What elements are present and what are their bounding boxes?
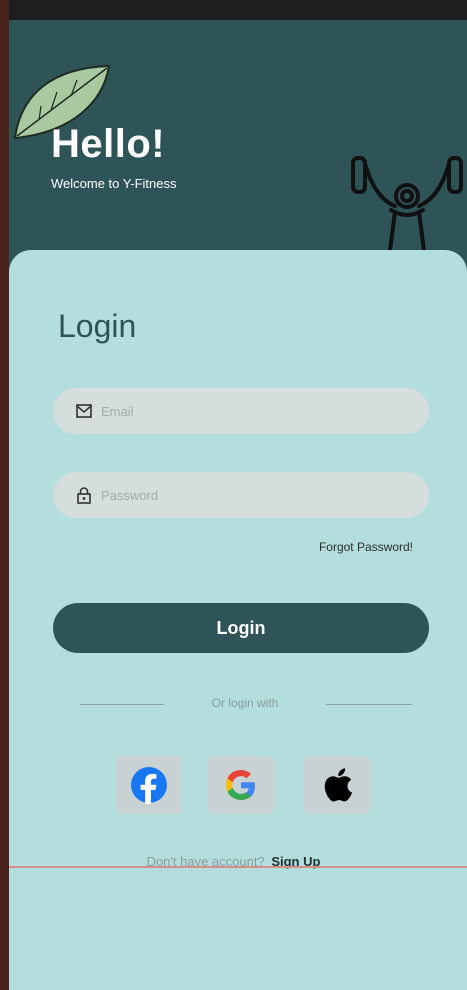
google-icon [226,770,255,800]
login-title: Login [58,308,137,344]
google-login-button[interactable] [208,756,274,814]
left-border [0,0,9,990]
facebook-icon [131,767,167,804]
password-field[interactable] [53,472,429,518]
facebook-login-button[interactable] [116,756,182,814]
mail-icon [75,402,93,420]
lock-icon [75,486,93,504]
apple-login-button[interactable] [304,756,370,814]
or-login-with-text: Or login with [211,696,279,710]
weightlifter-icon [351,156,463,260]
greeting-heading: Hello! [51,122,166,166]
email-input[interactable] [99,402,403,420]
apple-icon [324,768,352,802]
forgot-password-link[interactable]: Forgot Password! [319,540,413,554]
status-bar [0,0,467,20]
divider-left [80,704,164,705]
email-field[interactable] [53,388,429,434]
password-input[interactable] [99,486,403,504]
login-button[interactable]: Login [53,603,429,653]
divider-right [326,704,412,705]
welcome-subtitle: Welcome to Y-Fitness [51,176,177,191]
overlay-guide-line [9,866,467,868]
